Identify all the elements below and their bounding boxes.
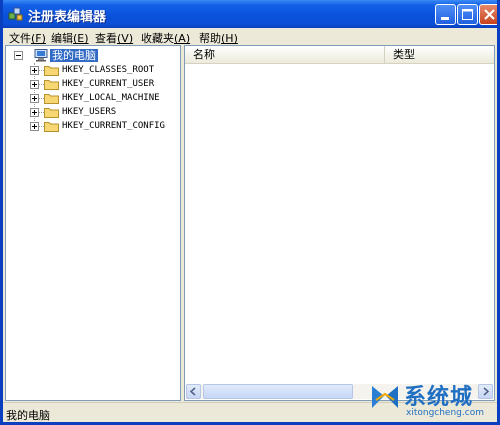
minimize-button[interactable] [435, 4, 456, 25]
column-header: 名称 类型 [185, 46, 494, 64]
expand-icon[interactable] [30, 94, 39, 103]
close-icon [484, 9, 495, 20]
status-text: 我的电脑 [6, 409, 50, 422]
tree-pane[interactable]: 我的电脑 HKEY_CLASSES_ROOT HKEY_CURRENT_USER [5, 45, 181, 401]
scrollbar-thumb[interactable] [203, 384, 353, 399]
expand-icon[interactable] [30, 108, 39, 117]
watermark: 系统城 xitongcheng.com [366, 378, 498, 424]
tree-key-label: HKEY_USERS [62, 107, 117, 117]
menu-bar: 文件(F) 编辑(E) 查看(V) 收藏夹(A) 帮助(H) [3, 28, 497, 45]
collapse-icon[interactable] [14, 51, 23, 60]
expand-icon[interactable] [30, 80, 39, 89]
folder-icon [44, 107, 59, 118]
minimize-icon [441, 17, 449, 20]
watermark-logo-icon [370, 382, 400, 412]
maximize-button[interactable] [457, 4, 478, 25]
tree-key-label: HKEY_CURRENT_CONFIG [62, 121, 165, 131]
folder-icon [44, 79, 59, 90]
watermark-url: xitongcheng.com [406, 408, 484, 418]
window-title: 注册表编辑器 [28, 10, 107, 25]
folder-icon [44, 93, 59, 104]
tree-root-label: 我的电脑 [50, 49, 98, 62]
folder-icon [44, 65, 59, 76]
scroll-left-button[interactable] [186, 384, 201, 399]
tree-key-label: HKEY_LOCAL_MACHINE [62, 93, 160, 103]
arrow-left-icon [189, 387, 196, 396]
folder-icon [44, 121, 59, 132]
computer-icon [34, 49, 49, 62]
menu-file[interactable]: 文件(F) [9, 30, 46, 46]
title-bar[interactable]: 注册表编辑器 [3, 0, 497, 28]
menu-favorites[interactable]: 收藏夹(A) [141, 30, 190, 46]
regedit-window: 注册表编辑器 文件(F) 编辑(E) 查看(V) 收藏夹(A) 帮助(H) 我的… [0, 0, 500, 425]
menu-view[interactable]: 查看(V) [95, 30, 133, 46]
watermark-brand: 系统城 [404, 385, 474, 410]
column-type-header[interactable]: 类型 [385, 46, 494, 63]
tree-key-label: HKEY_CLASSES_ROOT [62, 65, 155, 75]
list-pane[interactable]: 名称 类型 [184, 45, 495, 401]
close-button[interactable] [479, 4, 497, 25]
expand-icon[interactable] [30, 122, 39, 131]
tree-key-label: HKEY_CURRENT_USER [62, 79, 155, 89]
regedit-icon [8, 6, 24, 22]
menu-help[interactable]: 帮助(H) [199, 30, 238, 46]
column-name-header[interactable]: 名称 [185, 46, 385, 63]
menu-edit[interactable]: 编辑(E) [51, 30, 89, 46]
maximize-icon [462, 9, 473, 20]
expand-icon[interactable] [30, 66, 39, 75]
